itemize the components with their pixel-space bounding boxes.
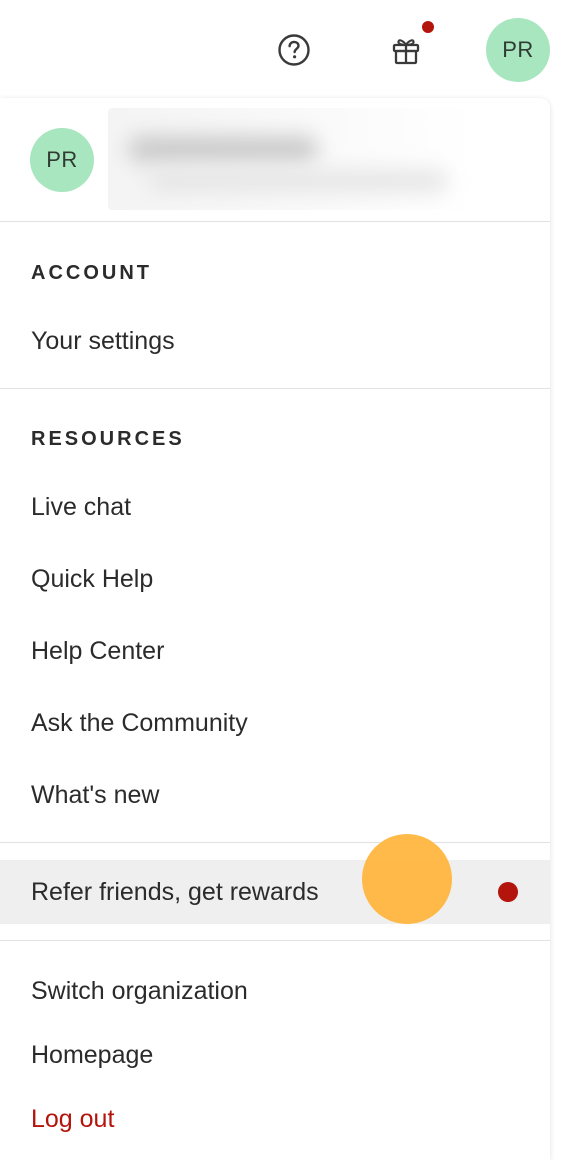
menu-item-whats-new[interactable]: What's new (0, 774, 550, 816)
user-avatar-button[interactable]: PR (486, 18, 550, 82)
menu-item-live-chat[interactable]: Live chat (0, 486, 550, 528)
avatar-initials: PR (46, 147, 78, 172)
menu-item-label: Refer friends, get rewards (31, 877, 319, 906)
avatar-initials: PR (502, 37, 534, 62)
menu-item-quick-help[interactable]: Quick Help (0, 558, 550, 600)
gift-icon (392, 39, 420, 65)
avatar: PR (30, 128, 94, 192)
section-title-account: ACCOUNT (31, 262, 152, 284)
menu-item-log-out[interactable]: Log out (0, 1098, 550, 1140)
menu-item-help-center[interactable]: Help Center (0, 630, 550, 672)
menu-item-ask-the-community[interactable]: Ask the Community (0, 702, 550, 744)
question-circle-icon (278, 34, 310, 66)
divider (0, 842, 550, 843)
gift-notification-dot (422, 21, 434, 33)
section-title-resources: RESOURCES (31, 428, 185, 450)
user-header: PR (0, 98, 550, 222)
help-button[interactable] (274, 30, 314, 70)
menu-item-refer-friends[interactable]: Refer friends, get rewards (0, 860, 550, 924)
top-bar: PR (0, 0, 562, 98)
menu-item-your-settings[interactable]: Your settings (0, 320, 550, 362)
divider (0, 388, 550, 389)
referral-notification-dot (498, 882, 518, 902)
divider (0, 940, 550, 941)
gift-button[interactable] (386, 30, 426, 70)
redacted-user-info (108, 108, 474, 210)
account-dropdown-menu: PR ACCOUNT Your settings RESOURCES Live … (0, 98, 550, 1160)
menu-item-homepage[interactable]: Homepage (0, 1034, 550, 1076)
menu-item-switch-organization[interactable]: Switch organization (0, 970, 550, 1012)
